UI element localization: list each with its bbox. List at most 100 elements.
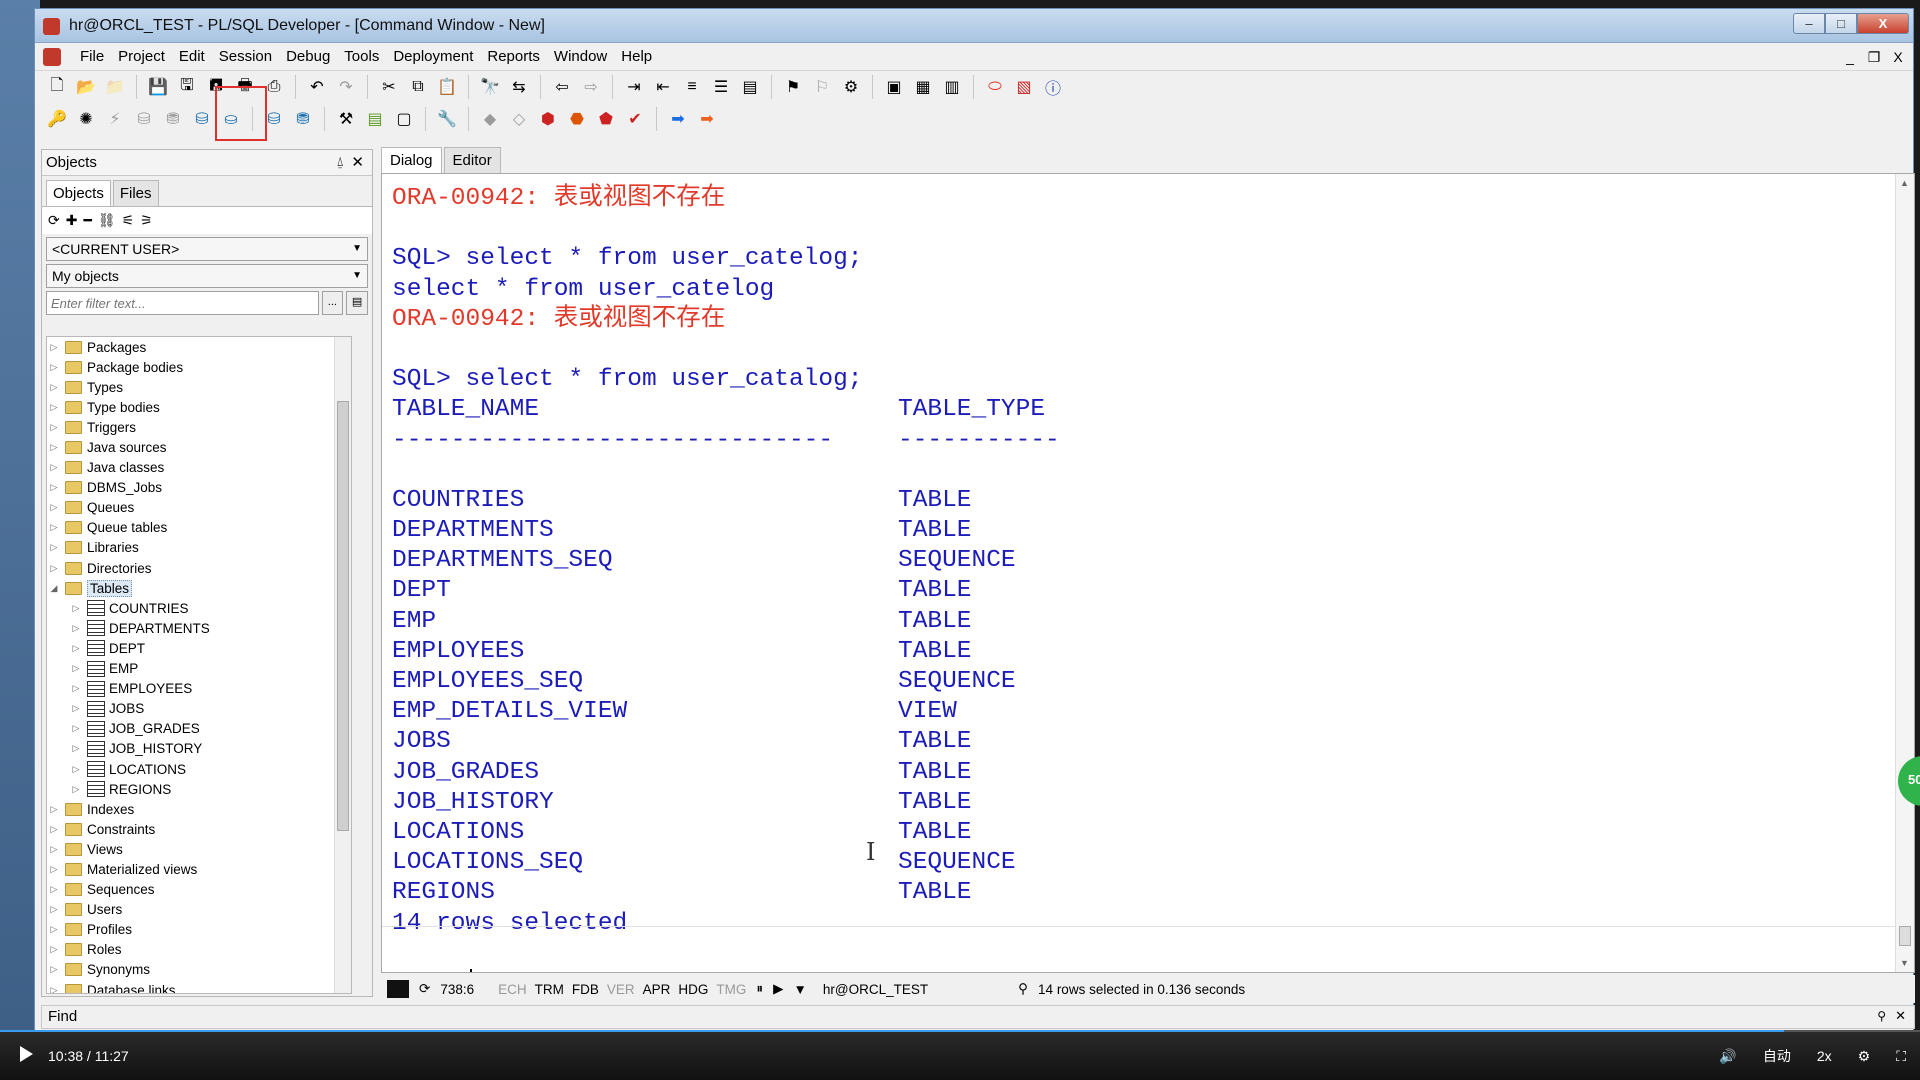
tree-scrollbar[interactable] (334, 337, 351, 993)
pdf-icon[interactable]: ▧ (1012, 75, 1036, 99)
expand-icon[interactable]: ▷ (47, 924, 61, 935)
arrow-right-orange-icon[interactable]: ➡ (695, 107, 719, 131)
expand-icon[interactable]: ▷ (47, 864, 61, 875)
tree-folder-item[interactable]: ▷ Java sources (47, 437, 351, 457)
tree-folder-item[interactable]: ▷ Type bodies (47, 397, 351, 417)
pin-icon[interactable]: ⚲ (1877, 1009, 1886, 1023)
open-recent-icon[interactable]: 📁 (103, 75, 127, 99)
mdi-restore-button[interactable]: ❐ (1865, 49, 1883, 66)
arrow-right-blue-icon[interactable]: ➡ (666, 107, 690, 131)
connection-icon[interactable]: ✺ (74, 107, 98, 131)
expand-icon[interactable]: ▷ (69, 623, 83, 634)
expand-icon[interactable]: ▷ (47, 422, 61, 433)
menu-tools[interactable]: Tools (337, 48, 386, 65)
remove-icon[interactable]: ━ (83, 212, 91, 229)
commit-icon[interactable]: ⛁ (132, 107, 156, 131)
status-flag-apr[interactable]: APR (643, 982, 671, 997)
expand-icon[interactable]: ▷ (69, 764, 83, 775)
save-icon[interactable]: 💾 (146, 75, 170, 99)
tree-table-item[interactable]: ▷ EMP (47, 659, 351, 679)
log-on-icon[interactable]: 🔑 (45, 107, 69, 131)
expand-icon[interactable]: ▷ (69, 683, 83, 694)
tree-folder-item[interactable]: ▷ Profiles (47, 920, 351, 940)
bookmark-list-icon[interactable]: ⚙ (839, 75, 863, 99)
expand-icon[interactable]: ▷ (47, 482, 61, 493)
copy-icon[interactable]: ⧉ (406, 75, 430, 99)
maximize-button[interactable]: □ (1825, 13, 1857, 34)
expand-icon[interactable]: ▷ (47, 502, 61, 513)
uppercase-icon[interactable]: ▤ (738, 75, 762, 99)
tree-folder-item[interactable]: ▷ Directories (47, 558, 351, 578)
forward-icon[interactable]: ⇨ (579, 75, 603, 99)
status-flag-ver[interactable]: VER (607, 982, 635, 997)
status-flag-hdg[interactable]: HDG (678, 982, 708, 997)
expand-icon[interactable]: ▷ (69, 663, 83, 674)
auto-quality[interactable]: 自动 (1763, 1046, 1791, 1066)
tree-folder-item[interactable]: ▷ Indexes (47, 799, 351, 819)
expand-icon[interactable]: ▷ (47, 402, 61, 413)
title-bar[interactable]: hr@ORCL_TEST - PL/SQL Developer - [Comma… (35, 9, 1913, 43)
expand-icon[interactable]: ▷ (47, 362, 61, 373)
add-icon[interactable]: ✚ (66, 212, 78, 229)
tools-icon[interactable]: ⚒ (334, 107, 358, 131)
play-icon[interactable]: ▶ (773, 981, 783, 997)
tree-folder-item[interactable]: ▷ Constraints (47, 819, 351, 839)
scrollbar-thumb[interactable] (1899, 926, 1911, 946)
expand-icon[interactable]: ▷ (47, 884, 61, 895)
tree-table-item[interactable]: ▷ DEPT (47, 638, 351, 658)
debug-step-icon[interactable]: ⬣ (565, 107, 589, 131)
menu-file[interactable]: File (73, 48, 111, 65)
tab-files[interactable]: Files (112, 180, 159, 206)
menu-deployment[interactable]: Deployment (386, 48, 480, 65)
expand-icon[interactable]: ▷ (47, 442, 61, 453)
tree-folder-item[interactable]: ▷ Synonyms (47, 960, 351, 980)
tab-objects[interactable]: Objects (46, 180, 111, 206)
tree-folder-item[interactable]: ▷ Java classes (47, 458, 351, 478)
playback-speed[interactable]: 2x (1817, 1048, 1832, 1064)
debug-over-icon[interactable]: ⬟ (594, 107, 618, 131)
undo-icon[interactable]: ↶ (305, 75, 329, 99)
replace-icon[interactable]: ⇆ (507, 75, 531, 99)
expand-icon[interactable]: ▷ (47, 844, 61, 855)
close-icon[interactable]: ✕ (1895, 1008, 1906, 1024)
tree-folder-item[interactable]: ◢ Tables (47, 578, 351, 598)
connection-dropdown-icon[interactable]: ▼ (794, 982, 807, 997)
tree-folder-item[interactable]: ▷ Users (47, 900, 351, 920)
tree-folder-item[interactable]: ▷ Types (47, 377, 351, 397)
expand-icon[interactable]: ▷ (69, 723, 83, 734)
open-icon[interactable]: 📂 (74, 75, 98, 99)
expand-icon[interactable]: ▷ (47, 542, 61, 553)
scroll-down-icon[interactable]: ▼ (1900, 958, 1909, 968)
filter-edit-icon[interactable]: ⚞ (140, 212, 153, 229)
filter-options-button[interactable]: ... (321, 291, 344, 315)
expand-icon[interactable]: ▷ (69, 603, 83, 614)
command-window-output[interactable]: ORA-00942: 表或视图不存在 SQL> select * from use… (381, 173, 1915, 973)
tree-table-item[interactable]: ▷ JOB_HISTORY (47, 739, 351, 759)
tree-table-item[interactable]: ▷ JOBS (47, 699, 351, 719)
volume-icon[interactable]: 🔊 (1719, 1048, 1736, 1065)
db-export-icon[interactable]: ⛃ (291, 107, 315, 131)
mdi-close-button[interactable]: X (1889, 49, 1907, 66)
redo-icon[interactable]: ↷ (334, 75, 358, 99)
pin-icon[interactable]: ⍙ (336, 154, 344, 170)
mdi-minimize-button[interactable]: _ (1841, 49, 1859, 66)
expand-icon[interactable]: ▷ (47, 824, 61, 835)
fullscreen-icon[interactable]: ⛶ (1896, 1048, 1906, 1065)
tree-table-item[interactable]: ▷ EMPLOYEES (47, 679, 351, 699)
menu-window[interactable]: Window (547, 48, 614, 65)
rollback-icon[interactable]: ⛃ (161, 107, 185, 131)
uncomment-icon[interactable]: ☰ (709, 75, 733, 99)
expand-icon[interactable]: ▷ (47, 964, 61, 975)
refresh-icon[interactable]: ⟳ (48, 212, 60, 229)
bookmark-icon[interactable]: ⚑ (781, 75, 805, 99)
menu-help[interactable]: Help (614, 48, 659, 65)
tree-folder-item[interactable]: ▷ Libraries (47, 538, 351, 558)
tree-folder-item[interactable]: ▷ Views (47, 839, 351, 859)
sql-prompt[interactable]: SQL> (392, 968, 1060, 972)
menu-project[interactable]: Project (111, 48, 172, 65)
tree-folder-item[interactable]: ▷ Roles (47, 940, 351, 960)
tab-editor[interactable]: Editor (443, 147, 501, 173)
indent-icon[interactable]: ⇥ (622, 75, 646, 99)
paste-icon[interactable]: 📋 (435, 75, 459, 99)
back-icon[interactable]: ⇦ (550, 75, 574, 99)
